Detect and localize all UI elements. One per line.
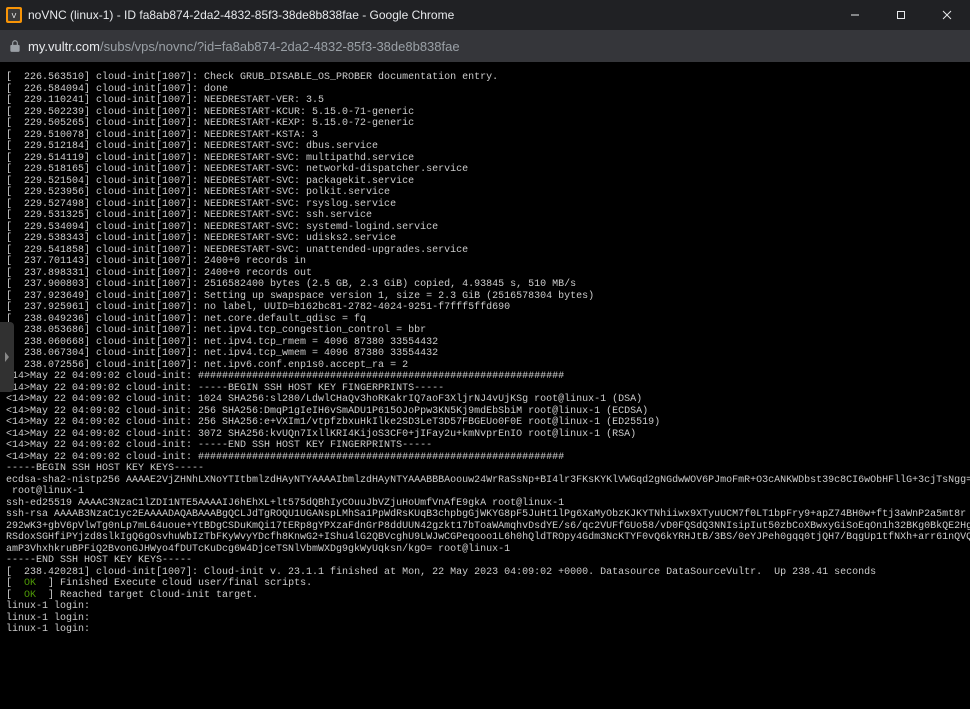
terminal-line: [ 238.060668] cloud-init[1007]: net.ipv4… — [6, 337, 964, 349]
lock-icon — [8, 39, 22, 53]
terminal-line: -----BEGIN SSH HOST KEY KEYS----- — [6, 463, 964, 475]
svg-text:V: V — [12, 13, 17, 20]
terminal-line: [ 226.584094] cloud-init[1007]: done — [6, 84, 964, 96]
terminal-line: [ 237.898331] cloud-init[1007]: 2400+0 r… — [6, 268, 964, 280]
terminal-line: [ 229.531325] cloud-init[1007]: NEEDREST… — [6, 210, 964, 222]
terminal-line: <14>May 22 04:09:02 cloud-init: 1024 SHA… — [6, 394, 964, 406]
url-text: my.vultr.com/subs/vps/novnc/?id=fa8ab874… — [28, 39, 460, 54]
terminal-line: [ OK ] Reached target Cloud-init target. — [6, 590, 964, 602]
terminal-line: RSdoxSGHfiPYjzd8slkIgQ6gOsvhuWbIzTbFKyWv… — [6, 532, 964, 544]
terminal-line: [ 229.514119] cloud-init[1007]: NEEDREST… — [6, 153, 964, 165]
terminal-line: [ 238.072556] cloud-init[1007]: net.ipv6… — [6, 360, 964, 372]
terminal-line: <14>May 22 04:09:02 cloud-init: 3072 SHA… — [6, 429, 964, 441]
terminal-line: [ 229.110241] cloud-init[1007]: NEEDREST… — [6, 95, 964, 107]
terminal-line: [ 237.701143] cloud-init[1007]: 2400+0 r… — [6, 256, 964, 268]
terminal-line: [ 238.067304] cloud-init[1007]: net.ipv4… — [6, 348, 964, 360]
terminal-line: [ 237.923649] cloud-init[1007]: Setting … — [6, 291, 964, 303]
terminal-line: root@linux-1 — [6, 486, 964, 498]
terminal-line: <14>May 22 04:09:02 cloud-init: ########… — [6, 452, 964, 464]
terminal-output[interactable]: [ 226.563510] cloud-init[1007]: Check GR… — [0, 62, 970, 709]
terminal-line: [ 229.527498] cloud-init[1007]: NEEDREST… — [6, 199, 964, 211]
terminal-line: [ OK ] Finished Execute cloud user/final… — [6, 578, 964, 590]
terminal-line: [ 238.420281] cloud-init[1007]: Cloud-in… — [6, 567, 964, 579]
close-button[interactable] — [924, 0, 970, 30]
terminal-line: [ 238.049236] cloud-init[1007]: net.core… — [6, 314, 964, 326]
terminal-line: amP3VhxhkruBPFiQ2BvonGJHWyo4fDUTcKuDcg6W… — [6, 544, 964, 556]
terminal-line: [ 229.510078] cloud-init[1007]: NEEDREST… — [6, 130, 964, 142]
terminal-line: <14>May 22 04:09:02 cloud-init: 256 SHA2… — [6, 406, 964, 418]
vnc-icon: V — [6, 7, 22, 23]
terminal-line: <14>May 22 04:09:02 cloud-init: 256 SHA2… — [6, 417, 964, 429]
terminal-line: 292wK3+gbV6pVlwTg0nLp7mL64uoue+YtBDgCSDu… — [6, 521, 964, 533]
url-path: /subs/vps/novnc/?id=fa8ab874-2da2-4832-8… — [100, 39, 460, 54]
window-titlebar: V noVNC (linux-1) - ID fa8ab874-2da2-483… — [0, 0, 970, 30]
terminal-line: ssh-ed25519 AAAAC3NzaC1lZDI1NTE5AAAAIJ6h… — [6, 498, 964, 510]
terminal-line: ecdsa-sha2-nistp256 AAAAE2VjZHNhLXNoYTIt… — [6, 475, 964, 487]
terminal-line: [ 237.925961] cloud-init[1007]: no label… — [6, 302, 964, 314]
novnc-viewport[interactable]: [ 226.563510] cloud-init[1007]: Check GR… — [0, 62, 970, 709]
address-bar[interactable]: my.vultr.com/subs/vps/novnc/?id=fa8ab874… — [0, 30, 970, 62]
terminal-line: [ 229.521504] cloud-init[1007]: NEEDREST… — [6, 176, 964, 188]
terminal-line: [ 226.563510] cloud-init[1007]: Check GR… — [6, 72, 964, 84]
terminal-line: [ 229.505265] cloud-init[1007]: NEEDREST… — [6, 118, 964, 130]
terminal-line: <14>May 22 04:09:02 cloud-init: ########… — [6, 371, 964, 383]
url-host: my.vultr.com — [28, 39, 100, 54]
terminal-line: linux-1 login: — [6, 624, 964, 636]
terminal-line: [ 229.534094] cloud-init[1007]: NEEDREST… — [6, 222, 964, 234]
terminal-line: -----END SSH HOST KEY KEYS----- — [6, 555, 964, 567]
terminal-line: linux-1 login: — [6, 613, 964, 625]
terminal-line: [ 229.512184] cloud-init[1007]: NEEDREST… — [6, 141, 964, 153]
minimize-button[interactable] — [832, 0, 878, 30]
terminal-line: linux-1 login: — [6, 601, 964, 613]
window-controls — [832, 0, 970, 30]
terminal-line: [ 229.523956] cloud-init[1007]: NEEDREST… — [6, 187, 964, 199]
terminal-line: [ 229.541858] cloud-init[1007]: NEEDREST… — [6, 245, 964, 257]
terminal-line: <14>May 22 04:09:02 cloud-init: -----END… — [6, 440, 964, 452]
maximize-button[interactable] — [878, 0, 924, 30]
novnc-panel-handle[interactable] — [0, 322, 14, 392]
window-title: noVNC (linux-1) - ID fa8ab874-2da2-4832-… — [28, 8, 832, 22]
terminal-line: [ 237.900803] cloud-init[1007]: 25165824… — [6, 279, 964, 291]
terminal-line: [ 238.053686] cloud-init[1007]: net.ipv4… — [6, 325, 964, 337]
terminal-line: [ 229.502239] cloud-init[1007]: NEEDREST… — [6, 107, 964, 119]
terminal-line: <14>May 22 04:09:02 cloud-init: -----BEG… — [6, 383, 964, 395]
terminal-line: [ 229.518165] cloud-init[1007]: NEEDREST… — [6, 164, 964, 176]
terminal-line: ssh-rsa AAAAB3NzaC1yc2EAAAADAQABAAABgQCL… — [6, 509, 964, 521]
terminal-line: [ 229.538343] cloud-init[1007]: NEEDREST… — [6, 233, 964, 245]
